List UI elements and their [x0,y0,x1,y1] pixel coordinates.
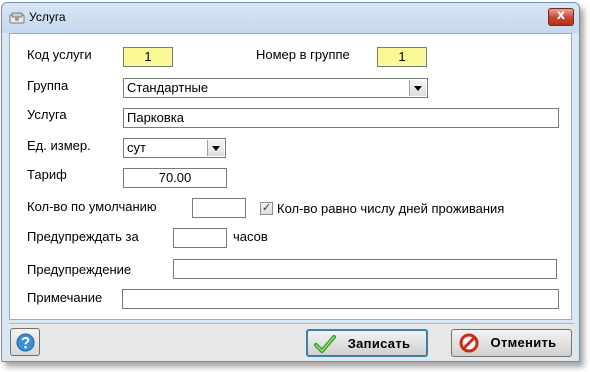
title-bar[interactable]: Услуга x [2,3,579,33]
group-number-field[interactable]: 1 [377,47,427,67]
cancel-icon [459,333,479,353]
unit-label: Ед. измер. [27,138,91,153]
save-button-label: Записать [347,336,411,351]
qty-equals-days-checkbox[interactable]: ✓ [260,202,273,215]
unit-select[interactable]: сут [123,138,226,158]
window-title: Услуга [29,10,66,24]
group-select-value: Стандартные [127,80,209,95]
qty-equals-days-label: Кол-во равно числу дней проживания [277,201,505,216]
group-label: Группа [27,78,69,93]
tariff-field[interactable]: 70.00 [123,168,227,188]
default-qty-label: Кол-во по умолчанию [27,199,157,214]
service-name-field[interactable]: Парковка [123,108,559,128]
default-qty-field[interactable] [192,198,246,218]
warn-before-hours-field[interactable] [173,228,227,248]
cancel-button[interactable]: Отменить [451,329,572,357]
cancel-button-label: Отменить [490,335,557,350]
save-button[interactable]: Записать [306,329,428,357]
service-code-field[interactable]: 1 [123,47,173,67]
hours-label: часов [233,229,268,244]
warning-field[interactable] [173,259,557,279]
close-icon: x [556,8,566,23]
service-label: Услуга [27,107,67,122]
close-button[interactable]: x [548,8,574,26]
tariff-label: Тариф [27,167,67,182]
chevron-down-icon[interactable] [207,140,224,156]
warning-label: Предупреждение [27,262,132,277]
group-number-label: Номер в группе [256,47,350,62]
group-select[interactable]: Стандартные [123,78,428,98]
note-field[interactable] [122,289,559,309]
unit-select-value: сут [127,140,146,155]
warn-before-label: Предупреждать за [27,229,139,244]
service-app-icon [9,12,25,24]
help-icon [16,333,35,352]
note-label: Примечание [27,290,103,305]
chevron-down-icon[interactable] [409,80,426,96]
checkmark-icon [314,335,336,353]
help-button[interactable] [10,328,40,356]
service-code-label: Код услуги [27,47,92,62]
